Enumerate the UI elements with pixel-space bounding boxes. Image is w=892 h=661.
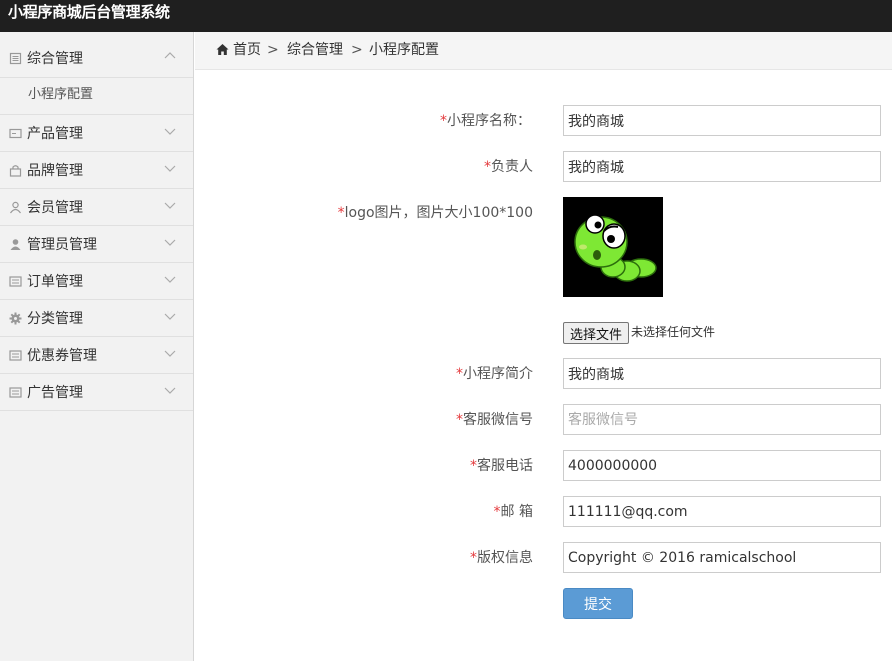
sidebar-item-label: 广告管理 [27,384,83,402]
chevron-down-icon [164,199,176,211]
image-icon [9,127,22,140]
copyright-input[interactable] [563,542,881,573]
copyright-label: *版权信息 [470,549,533,567]
sidebar-item-members[interactable]: 会员管理 [0,189,193,226]
user-outline-icon [9,201,22,214]
list-icon [9,275,22,288]
wechat-input[interactable] [563,404,881,435]
sidebar-item-ads[interactable]: 广告管理 [0,374,193,411]
breadcrumb-current: 小程序配置 [369,41,439,59]
list-icon [9,386,22,399]
miniprogram-name-input[interactable] [563,105,881,136]
sidebar-item-label: 订单管理 [27,273,83,291]
app-title: 小程序商城后台管理系统 [8,2,170,22]
email-label: *邮 箱 [494,503,533,521]
bag-icon [9,164,22,177]
chevron-down-icon [164,347,176,359]
gear-icon [9,312,22,325]
sidebar-item-categories[interactable]: 分类管理 [0,300,193,337]
intro-input[interactable] [563,358,881,389]
sidebar-item-label: 产品管理 [27,125,83,143]
sidebar-item-label: 管理员管理 [27,236,97,254]
chevron-down-icon [164,273,176,285]
name-label: *小程序名称： [440,112,531,130]
phone-input[interactable] [563,450,881,481]
sidebar-item-admins[interactable]: 管理员管理 [0,226,193,263]
sidebar-item-label: 优惠券管理 [27,347,97,365]
breadcrumb-home[interactable]: 首页 [233,41,261,59]
email-input[interactable] [563,496,881,527]
sidebar-item-label: 综合管理 [27,50,83,68]
logo-label: *logo图片，图片大小100*100 [338,204,533,222]
chevron-down-icon [164,125,176,137]
breadcrumb-separator: > [267,41,279,59]
sidebar: 综合管理 小程序配置 产品管理 品牌管理 会员管理 管理员管理 订单管理 分类管… [0,32,194,661]
sidebar-item-orders[interactable]: 订单管理 [0,263,193,300]
sidebar-item-miniprogram-config[interactable]: 小程序配置 [0,78,193,115]
breadcrumb-general[interactable]: 综合管理 [287,41,343,59]
top-header: 小程序商城后台管理系统 [0,0,892,32]
sidebar-item-general[interactable]: 综合管理 [0,32,193,78]
chevron-down-icon [164,384,176,396]
phone-label: *客服电话 [470,457,533,475]
logo-preview-image [563,197,663,297]
wechat-label: *客服微信号 [456,411,533,429]
list-icon [9,349,22,362]
file-status-text: 未选择任何文件 [631,324,715,340]
sidebar-item-label: 品牌管理 [27,162,83,180]
main-content: 首页 > 综合管理 > 小程序配置 *小程序名称： *负责人 *logo图片，图… [195,32,892,661]
submit-button[interactable]: 提交 [563,588,633,619]
intro-label: *小程序简介 [456,365,533,383]
sidebar-item-label: 分类管理 [27,310,83,328]
owner-label: *负责人 [484,158,533,176]
chevron-down-icon [164,162,176,174]
choose-file-button[interactable]: 选择文件 [563,322,629,344]
chevron-down-icon [164,236,176,248]
chevron-down-icon [164,310,176,322]
sidebar-item-label: 会员管理 [27,199,83,217]
sidebar-subitem-label: 小程序配置 [28,86,93,104]
breadcrumb: 首页 > 综合管理 > 小程序配置 [195,32,892,70]
breadcrumb-separator: > [351,41,363,59]
sidebar-item-brands[interactable]: 品牌管理 [0,152,193,189]
owner-input[interactable] [563,151,881,182]
sidebar-item-coupons[interactable]: 优惠券管理 [0,337,193,374]
home-icon[interactable] [216,43,229,56]
sidebar-item-products[interactable]: 产品管理 [0,115,193,152]
chevron-up-icon [164,50,176,62]
document-icon [9,52,22,65]
user-solid-icon [9,238,22,251]
